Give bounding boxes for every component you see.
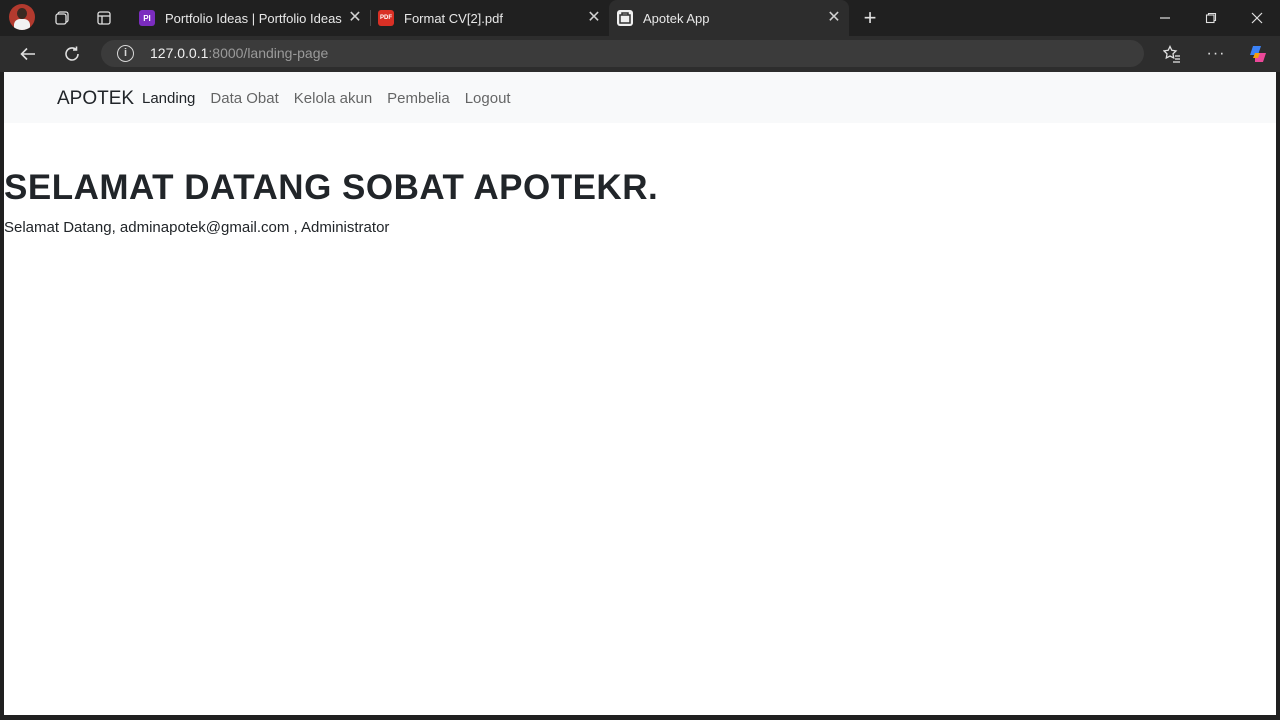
pdf-favicon-icon: PDF	[378, 10, 394, 26]
site-info-icon[interactable]: i	[117, 45, 134, 62]
navbar: APOTEK Landing Data Obat Kelola akun Pem…	[4, 72, 1276, 123]
page-title: SELAMAT DATANG SOBAT APOTEKR.	[4, 168, 659, 207]
tab-title: Portfolio Ideas | Portfolio Ideas	[165, 10, 342, 26]
address-url[interactable]: 127.0.0.1:8000/landing-page	[150, 45, 328, 61]
restore-button[interactable]	[1188, 0, 1234, 36]
tab-apotek-app[interactable]: Apotek App ✕	[609, 0, 849, 36]
nav-link-landing[interactable]: Landing	[142, 90, 195, 107]
workspaces-icon[interactable]	[50, 6, 74, 30]
new-tab-button[interactable]: +	[858, 5, 882, 30]
nav-link-logout[interactable]: Logout	[465, 90, 511, 107]
browser-title-bar: PI Portfolio Ideas | Portfolio Ideas ✕ P…	[0, 0, 1280, 36]
profile-avatar[interactable]	[9, 4, 35, 30]
vertical-tabs-icon[interactable]	[92, 6, 116, 30]
nav-link-data-obat[interactable]: Data Obat	[210, 90, 278, 107]
tab-title: Format CV[2].pdf	[404, 10, 503, 26]
navbar-brand[interactable]: APOTEK	[57, 88, 134, 110]
web-page: APOTEK Landing Data Obat Kelola akun Pem…	[4, 72, 1276, 715]
minimize-button[interactable]	[1142, 0, 1188, 36]
reload-button[interactable]	[58, 40, 86, 68]
settings-more-icon[interactable]: ···	[1202, 40, 1230, 68]
nav-link-kelola-akun[interactable]: Kelola akun	[294, 90, 372, 107]
address-bar[interactable]: i 127.0.0.1:8000/landing-page	[101, 40, 1144, 67]
tab-format-cv[interactable]: PDF Format CV[2].pdf ✕	[370, 0, 609, 36]
nav-link-pembelia[interactable]: Pembelia	[387, 90, 450, 107]
nav-links: Landing Data Obat Kelola akun Pembelia L…	[142, 90, 526, 107]
tab-title: Apotek App	[643, 10, 710, 26]
back-button[interactable]	[14, 40, 42, 68]
tab-portfolio-ideas[interactable]: PI Portfolio Ideas | Portfolio Ideas ✕	[130, 0, 370, 36]
favorites-icon[interactable]	[1158, 40, 1186, 68]
copilot-icon[interactable]	[1244, 40, 1272, 68]
close-tab-icon[interactable]: ✕	[346, 9, 364, 27]
close-tab-icon[interactable]: ✕	[585, 9, 603, 27]
welcome-message: Selamat Datang, adminapotek@gmail.com , …	[4, 219, 390, 236]
close-window-button[interactable]	[1234, 0, 1280, 36]
apotek-favicon-icon	[617, 10, 633, 26]
close-tab-icon[interactable]: ✕	[825, 9, 843, 27]
window-bottom-edge	[0, 715, 1280, 720]
portfolio-ideas-favicon-icon: PI	[139, 10, 155, 26]
